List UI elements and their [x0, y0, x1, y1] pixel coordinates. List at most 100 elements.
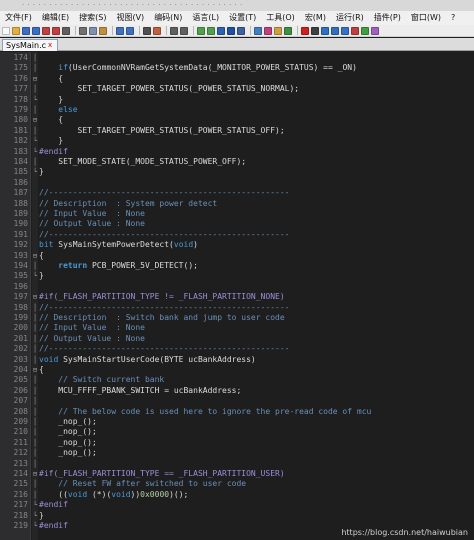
code-line[interactable]: 217 └ #endif	[0, 500, 474, 510]
cut-icon[interactable]	[79, 26, 87, 35]
folder-workspace-icon[interactable]	[274, 26, 282, 35]
code-line[interactable]: 191 //-----------------------------------…	[0, 230, 474, 240]
code-line[interactable]: 200 │// Input Value : None	[0, 323, 474, 333]
menu-item-1[interactable]: 编辑(E)	[37, 11, 74, 25]
spellcheck-icon[interactable]	[351, 26, 359, 35]
sync-horizontal-icon[interactable]	[207, 26, 215, 35]
code-line[interactable]: 199 │// Description : Switch bank and jum…	[0, 313, 474, 323]
code-line[interactable]: 182 └ }	[0, 136, 474, 146]
code-line[interactable]: 213 │	[0, 459, 474, 469]
menu-item-3[interactable]: 视图(V)	[111, 11, 149, 25]
menu-item-9[interactable]: 运行(R)	[331, 11, 369, 25]
menu-item-12[interactable]: ?	[446, 11, 460, 25]
code-line[interactable]: 205 │ // Switch current bank	[0, 375, 474, 385]
zoom-in-icon[interactable]	[170, 26, 178, 35]
stop-record-icon[interactable]	[311, 26, 319, 35]
fold-toggle-icon[interactable]: ⊟	[32, 292, 38, 302]
code-line[interactable]: 198 │//----------------------------------…	[0, 303, 474, 313]
code-line[interactable]: 180 ⊟ {	[0, 115, 474, 125]
code-line[interactable]: 190 // Output Value : None	[0, 219, 474, 229]
menu-item-11[interactable]: 窗口(W)	[406, 11, 446, 25]
code-line[interactable]: 215 │ // Reset FW after switched to user …	[0, 479, 474, 489]
menu-item-4[interactable]: 编码(N)	[149, 11, 187, 25]
save-macro-icon[interactable]	[341, 26, 349, 35]
code-line[interactable]: 211 │ _nop_();	[0, 438, 474, 448]
tab-close-icon[interactable]: x	[48, 40, 52, 51]
code-line[interactable]: 183 └ #endif	[0, 147, 474, 157]
function-list-icon[interactable]	[264, 26, 272, 35]
play-macro-icon[interactable]	[321, 26, 329, 35]
copy-icon[interactable]	[89, 26, 97, 35]
code-line[interactable]: 207 │	[0, 396, 474, 406]
code-line[interactable]: 212 │ _nop_();	[0, 448, 474, 458]
code-line[interactable]: 177 │ SET_TARGET_POWER_STATUS(_POWER_STAT…	[0, 84, 474, 94]
code-line[interactable]: 193 ⊟{	[0, 251, 474, 261]
code-line[interactable]: 176 ⊟ {	[0, 74, 474, 84]
menu-item-10[interactable]: 插件(P)	[369, 11, 406, 25]
doc-map-icon[interactable]	[254, 26, 262, 35]
code-line[interactable]: 186	[0, 178, 474, 188]
code-line[interactable]: 201 │// Output Value : None	[0, 334, 474, 344]
paste-icon[interactable]	[99, 26, 107, 35]
open-file-icon[interactable]	[12, 26, 20, 35]
code-line[interactable]: 178 └ }	[0, 95, 474, 105]
fold-toggle-icon[interactable]: ⊟	[32, 115, 38, 125]
menu-item-5[interactable]: 语言(L)	[187, 11, 224, 25]
menu-item-0[interactable]: 文件(F)	[0, 11, 37, 25]
show-all-chars-icon[interactable]	[227, 26, 235, 35]
zoom-out-icon[interactable]	[180, 26, 188, 35]
new-file-icon[interactable]	[2, 26, 10, 35]
word-wrap-icon[interactable]	[217, 26, 225, 35]
compare-icon[interactable]	[361, 26, 369, 35]
code-line[interactable]: 196	[0, 282, 474, 292]
code-line[interactable]: 197 ⊟ #if(_FLASH_PARTITION_TYPE != _FLASH_…	[0, 292, 474, 302]
print-icon[interactable]	[62, 26, 70, 35]
code-line[interactable]: 216 │ ((void (*)(void))0x0000)();	[0, 490, 474, 500]
sync-vertical-icon[interactable]	[197, 26, 205, 35]
plugin-icon[interactable]	[371, 26, 379, 35]
code-line[interactable]: 174 │	[0, 53, 474, 63]
monitoring-icon[interactable]	[284, 26, 292, 35]
menu-item-7[interactable]: 工具(O)	[261, 11, 300, 25]
code-line[interactable]: 210 │ _nop_();	[0, 427, 474, 437]
code-line[interactable]: 187 //-----------------------------------…	[0, 188, 474, 198]
code-line[interactable]: 192 bit SysMainSytemPowerDetect(void)	[0, 240, 474, 250]
code-line[interactable]: 181 │ SET_TARGET_POWER_STATUS(_POWER_STAT…	[0, 126, 474, 136]
code-line[interactable]: 202 │//----------------------------------…	[0, 344, 474, 354]
menu-item-6[interactable]: 设置(T)	[224, 11, 261, 25]
fold-toggle-icon[interactable]: ⊟	[32, 251, 38, 261]
code-line[interactable]: 179 │ else	[0, 105, 474, 115]
close-icon[interactable]	[42, 26, 50, 35]
code-line[interactable]: 208 │ // The below code is used here to i…	[0, 407, 474, 417]
save-icon[interactable]	[22, 26, 30, 35]
code-line[interactable]: 194 │ return PCB_POWER_5V_DETECT();	[0, 261, 474, 271]
code-line[interactable]: 195 └}	[0, 271, 474, 281]
find-icon[interactable]	[143, 26, 151, 35]
fold-toggle-icon[interactable]: ⊟	[32, 365, 38, 375]
code-line[interactable]: 175 │ if(UserCommonNVRamGetSystemData(_MO…	[0, 63, 474, 73]
replace-icon[interactable]	[153, 26, 161, 35]
code-line[interactable]: 204 ⊟{	[0, 365, 474, 375]
redo-icon[interactable]	[126, 26, 134, 35]
code-line[interactable]: 206 │ MCU_FFFF_PBANK_SWITCH = ucBankAddre…	[0, 386, 474, 396]
code-line[interactable]: 218 └}	[0, 511, 474, 521]
code-line[interactable]: 188 // Description : System power detect	[0, 199, 474, 209]
run-macro-multiple-icon[interactable]	[331, 26, 339, 35]
menu-item-8[interactable]: 宏(M)	[300, 11, 331, 25]
close-all-icon[interactable]	[52, 26, 60, 35]
record-macro-icon[interactable]	[301, 26, 309, 35]
indent-guide-icon[interactable]	[237, 26, 245, 35]
code-line[interactable]: 203 │ void SysMainStartUserCode(BYTE ucBan…	[0, 355, 474, 365]
menu-item-2[interactable]: 搜索(S)	[74, 11, 111, 25]
fold-toggle-icon[interactable]: ⊟	[32, 74, 38, 84]
fold-toggle-icon[interactable]: ⊟	[32, 469, 38, 479]
code-editor[interactable]: 174 │ 175 │ if(UserCommonNVRamGetSystemData…	[0, 52, 474, 540]
code-line[interactable]: 184 │ SET_MODE_STATE(_MODE_STATUS_POWER_O…	[0, 157, 474, 167]
code-line[interactable]: 189 // Input Value : None	[0, 209, 474, 219]
save-all-icon[interactable]	[32, 26, 40, 35]
code-line[interactable]: 185 └}	[0, 167, 474, 177]
code-line[interactable]: 214 ⊟ #if(_FLASH_PARTITION_TYPE == _FLASH_…	[0, 469, 474, 479]
undo-icon[interactable]	[116, 26, 124, 35]
tab-sysmain-c[interactable]: SysMain.c x	[2, 39, 58, 51]
code-line[interactable]: 209 │ _nop_();	[0, 417, 474, 427]
